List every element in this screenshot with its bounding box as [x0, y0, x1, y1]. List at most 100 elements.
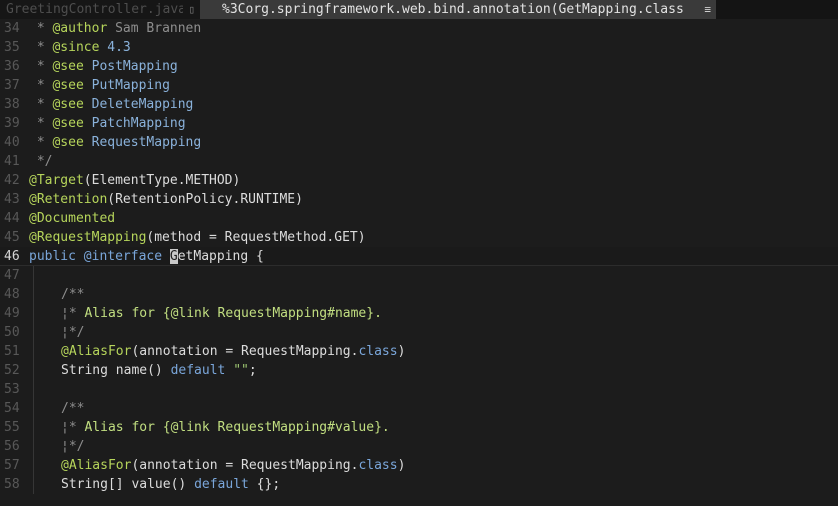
line-number: 35	[4, 40, 20, 55]
line-number: 52	[4, 363, 20, 378]
line-content: ¦*/	[61, 439, 85, 454]
code-line: 34 * @author Sam Brannen	[0, 19, 838, 38]
line-content: ¦* Alias for {@link RequestMapping#value…	[61, 420, 390, 435]
code-line: 49 ¦* Alias for {@link RequestMapping#na…	[0, 304, 838, 323]
line-number: 53	[4, 382, 20, 397]
code-line: 44 @Documented	[0, 209, 838, 228]
line-content: /**	[61, 287, 85, 302]
line-content: * @see PatchMapping	[29, 116, 186, 131]
code-line: 58 String[] value() default {};	[0, 475, 838, 494]
tab-getmapping-class[interactable]: %3Corg.springframework.web.bind.annotati…	[200, 0, 716, 19]
code-line: 42 @Target(ElementType.METHOD)	[0, 171, 838, 190]
line-content: @AliasFor(annotation = RequestMapping.cl…	[61, 344, 406, 359]
line-content: */	[29, 154, 53, 169]
see-link: RequestMapping	[91, 135, 202, 150]
code-line: 54 /**	[0, 399, 838, 418]
indent-guide	[33, 399, 34, 418]
line-content: @Documented	[29, 211, 116, 226]
line-number: 46	[4, 249, 20, 264]
line-content: @RequestMapping(method = RequestMethod.G…	[29, 230, 366, 245]
see-link: PostMapping	[91, 59, 178, 74]
tab-greeting-controller[interactable]: GreetingController.java ▯	[0, 0, 200, 19]
line-number: 37	[4, 78, 20, 93]
line-content: @Retention(RetentionPolicy.RUNTIME)	[29, 192, 303, 207]
line-content: * @since 4.3	[29, 40, 131, 55]
indent-guide	[33, 475, 34, 494]
code-line: 57 @AliasFor(annotation = RequestMapping…	[0, 456, 838, 475]
tab-label: GreetingController.java	[6, 2, 183, 17]
code-line: 41 */	[0, 152, 838, 171]
code-line: 50 ¦*/	[0, 323, 838, 342]
line-number: 44	[4, 211, 20, 226]
indent-guide	[33, 323, 34, 342]
indent-guide	[33, 361, 34, 380]
code-editor[interactable]: 34 * @author Sam Brannen 35 * @since 4.3…	[0, 19, 838, 506]
see-link: PatchMapping	[91, 116, 186, 131]
indent-guide	[33, 380, 34, 399]
indent-guide	[33, 266, 34, 285]
indent-guide	[33, 304, 34, 323]
line-content: @AliasFor(annotation = RequestMapping.cl…	[61, 458, 406, 473]
tab-bar: GreetingController.java ▯ %3Corg.springf…	[0, 0, 838, 19]
line-content: * @see PutMapping	[29, 78, 170, 93]
line-number: 48	[4, 287, 20, 302]
code-line-current: 46 public @interface GetMapping {	[0, 247, 838, 266]
indent-guide	[33, 342, 34, 361]
indent-guide	[33, 285, 34, 304]
code-line: 38 * @see DeleteMapping	[0, 95, 838, 114]
code-line: 47	[0, 266, 838, 285]
line-number: 43	[4, 192, 20, 207]
editor-window: GreetingController.java ▯ %3Corg.springf…	[0, 0, 838, 506]
line-content: @Target(ElementType.METHOD)	[29, 173, 241, 188]
code-line: 36 * @see PostMapping	[0, 57, 838, 76]
line-number: 54	[4, 401, 20, 416]
code-line: 40 * @see RequestMapping	[0, 133, 838, 152]
line-number: 34	[4, 21, 20, 36]
see-link: DeleteMapping	[91, 97, 194, 112]
line-number: 42	[4, 173, 20, 188]
code-line: 51 @AliasFor(annotation = RequestMapping…	[0, 342, 838, 361]
code-line: 53	[0, 380, 838, 399]
code-line: 55 ¦* Alias for {@link RequestMapping#va…	[0, 418, 838, 437]
line-content: * @author Sam Brannen	[29, 21, 202, 36]
line-number: 45	[4, 230, 20, 245]
line-number: 51	[4, 344, 20, 359]
indent-guide	[33, 418, 34, 437]
see-link: PutMapping	[91, 78, 170, 93]
line-number: 39	[4, 116, 20, 131]
line-content: * @see DeleteMapping	[29, 97, 194, 112]
code-line: 35 * @since 4.3	[0, 38, 838, 57]
line-number: 57	[4, 458, 20, 473]
indent-guide	[33, 456, 34, 475]
line-content: ¦* Alias for {@link RequestMapping#name}…	[61, 306, 382, 321]
indent-guide	[33, 437, 34, 456]
code-line: 45 @RequestMapping(method = RequestMetho…	[0, 228, 838, 247]
line-content: /**	[61, 401, 85, 416]
line-number: 47	[4, 268, 20, 283]
tab-label: %3Corg.springframework.web.bind.annotati…	[222, 2, 684, 17]
line-number: 56	[4, 439, 20, 454]
code-line: 56 ¦*/	[0, 437, 838, 456]
line-content: String[] value() default {};	[61, 477, 281, 492]
line-number: 50	[4, 325, 20, 340]
line-number: 36	[4, 59, 20, 74]
code-line: 48 /**	[0, 285, 838, 304]
line-content: * @see RequestMapping	[29, 135, 202, 150]
line-content: public @interface GetMapping {	[29, 249, 264, 264]
code-line: 52 String name() default "";	[0, 361, 838, 380]
menu-icon[interactable]: ≡	[699, 3, 711, 16]
line-number: 49	[4, 306, 20, 321]
code-line: 39 * @see PatchMapping	[0, 114, 838, 133]
code-line: 43 @Retention(RetentionPolicy.RUNTIME)	[0, 190, 838, 209]
line-number: 38	[4, 97, 20, 112]
line-content: String name() default "";	[61, 363, 257, 378]
line-number: 58	[4, 477, 20, 492]
code-line: 37 * @see PutMapping	[0, 76, 838, 95]
page-icon: ▯	[188, 3, 195, 16]
line-content: * @see PostMapping	[29, 59, 178, 74]
line-content: ¦*/	[61, 325, 85, 340]
text-cursor: G	[169, 249, 178, 264]
line-number: 40	[4, 135, 20, 150]
line-number: 41	[4, 154, 20, 169]
line-number: 55	[4, 420, 20, 435]
